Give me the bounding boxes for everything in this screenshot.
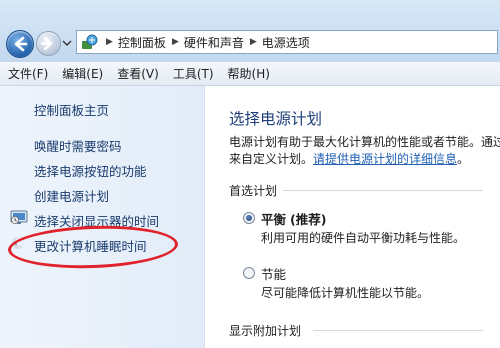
desc-line-2-suffix: 。 [457, 152, 470, 166]
sidebar-require-password[interactable]: 唤醒时需要密码 [34, 136, 122, 155]
menu-bar: 文件(F) 编辑(E) 查看(V) 工具(T) 帮助(H) [0, 62, 500, 86]
plan-balanced-name[interactable]: 平衡 (推荐) [261, 209, 326, 228]
plan-balanced-radio[interactable] [243, 212, 255, 224]
section-divider [313, 330, 483, 331]
desc-line-2: 来自定义计划。请提供电源计划的详细信息。 [229, 151, 500, 168]
sidebar: 控制面板主页 唤醒时需要密码 选择电源按钮的功能 创建电源计划 选择关闭显示器的… [0, 86, 205, 348]
menu-help[interactable]: 帮助(H) [228, 65, 270, 82]
plan-saver-radio[interactable] [243, 267, 255, 279]
window-titlebar: ▶ 控制面板 ▶ 硬件和声音 ▶ 电源选项 [0, 0, 500, 62]
menu-tools[interactable]: 工具(T) [173, 65, 214, 82]
plan-description: 电源计划有助于最大化计算机的性能或者节能。通过 来自定义计划。请提供电源计划的详… [229, 134, 500, 168]
forward-arrow-icon [40, 36, 53, 51]
address-bar[interactable]: ▶ 控制面板 ▶ 硬件和声音 ▶ 电源选项 [76, 30, 498, 54]
page-title: 选择电源计划 [229, 110, 323, 128]
breadcrumb-hardware-sound[interactable]: 硬件和声音 [184, 34, 244, 51]
plan-balanced-tag: (推荐) [290, 212, 327, 227]
plan-details-link[interactable]: 请提供电源计划的详细信息 [313, 152, 457, 166]
show-additional-plans[interactable]: 显示附加计划 [229, 322, 301, 339]
recent-pages-dropdown-icon[interactable] [62, 38, 72, 48]
breadcrumb-power-options[interactable]: 电源选项 [262, 34, 310, 51]
monitor-icon [10, 210, 28, 224]
section-divider [283, 190, 483, 191]
back-button[interactable] [6, 30, 34, 58]
plan-balanced-desc: 利用可用的硬件自动平衡功耗与性能。 [261, 231, 466, 245]
plan-balanced-title: 平衡 [261, 212, 287, 227]
breadcrumb-control-panel[interactable]: 控制面板 [118, 34, 166, 51]
breadcrumb-separator[interactable]: ▶ [250, 37, 257, 47]
breadcrumb-separator[interactable]: ▶ [172, 37, 179, 47]
menu-view[interactable]: 查看(V) [117, 65, 159, 82]
sidebar-power-buttons[interactable]: 选择电源按钮的功能 [34, 161, 147, 180]
main-content: 选择电源计划 电源计划有助于最大化计算机的性能或者节能。通过 来自定义计划。请提… [205, 86, 500, 348]
back-arrow-icon [14, 36, 28, 52]
plan-saver-desc: 尽可能降低计算机性能以节能。 [261, 286, 430, 300]
sidebar-control-panel-home[interactable]: 控制面板主页 [34, 100, 109, 119]
menu-file[interactable]: 文件(F) [8, 65, 48, 82]
desc-line-2-prefix: 来自定义计划。 [229, 152, 314, 166]
sidebar-create-plan[interactable]: 创建电源计划 [34, 186, 109, 205]
control-panel-icon [82, 34, 98, 49]
breadcrumb-separator: ▶ [106, 37, 113, 47]
forward-button[interactable] [36, 31, 61, 56]
preferred-plans-label: 首选计划 [229, 184, 278, 198]
menu-edit[interactable]: 编辑(E) [62, 65, 103, 82]
plan-saver-name[interactable]: 节能 [261, 264, 286, 283]
desc-line-1: 电源计划有助于最大化计算机的性能或者节能。通过 [229, 135, 500, 149]
